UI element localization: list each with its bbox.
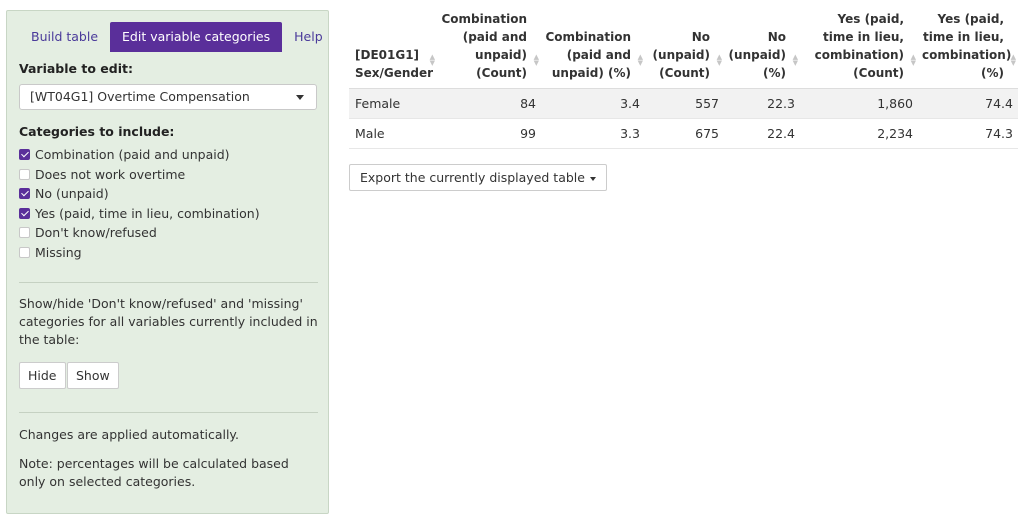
- sort-icon: ▲ ▼: [910, 53, 916, 67]
- categories-checkbox-list: Combination (paid and unpaid) Does not w…: [19, 145, 260, 262]
- table-cell: 22.3: [724, 88, 800, 119]
- checkbox-unchecked-icon[interactable]: [19, 227, 30, 239]
- column-header-combination-percent[interactable]: Combination (paid and unpaid) (%) ▲ ▼: [541, 10, 645, 89]
- category-missing[interactable]: Missing: [19, 243, 260, 263]
- table-cell: 22.4: [724, 118, 800, 149]
- column-header-combination-count[interactable]: Combination (paid and unpaid) (Count) ▲ ▼: [437, 10, 541, 89]
- table-cell: 675: [645, 118, 724, 149]
- category-does-not-work-overtime[interactable]: Does not work overtime: [19, 165, 260, 185]
- categories-label: Categories to include:: [19, 124, 175, 139]
- hide-button[interactable]: Hide: [19, 362, 66, 389]
- results-table: [DE01G1] Sex/Gender ▲ ▼ Combination (paid…: [349, 10, 1018, 149]
- tab-help[interactable]: Help: [282, 22, 335, 52]
- tab-build-table[interactable]: Build table: [19, 22, 110, 52]
- sort-icon: ▲ ▼: [533, 53, 539, 67]
- category-combination[interactable]: Combination (paid and unpaid): [19, 145, 260, 165]
- category-dont-know-refused[interactable]: Don't know/refused: [19, 223, 260, 243]
- category-no-unpaid[interactable]: No (unpaid): [19, 184, 260, 204]
- checkbox-checked-icon[interactable]: [19, 188, 30, 200]
- table-cell: 3.4: [541, 88, 645, 119]
- percentages-note-text: Note: percentages will be calculated bas…: [19, 456, 289, 489]
- sort-icon: ▲ ▼: [716, 53, 722, 67]
- category-yes-paid[interactable]: Yes (paid, time in lieu, combination): [19, 204, 260, 224]
- variable-select-value: [WT04G1] Overtime Compensation: [30, 89, 250, 104]
- category-label: No (unpaid): [35, 186, 109, 202]
- caret-down-icon: [589, 176, 596, 181]
- show-button[interactable]: Show: [67, 362, 119, 389]
- variable-select[interactable]: [WT04G1] Overtime Compensation: [19, 84, 317, 110]
- checkbox-checked-icon[interactable]: [19, 149, 30, 161]
- table-cell: Male: [349, 118, 437, 149]
- sidebar-panel: Build table Edit variable categories Hel…: [6, 10, 329, 514]
- table-header-row: [DE01G1] Sex/Gender ▲ ▼ Combination (paid…: [349, 10, 1018, 89]
- sort-icon: ▲ ▼: [637, 53, 643, 67]
- checkbox-unchecked-icon[interactable]: [19, 168, 30, 180]
- sort-icon: ▲ ▼: [792, 53, 798, 67]
- sort-icon: ▲ ▼: [1010, 53, 1016, 67]
- table-cell: 84: [437, 88, 541, 119]
- category-label: Missing: [35, 244, 82, 260]
- table-cell: 557: [645, 88, 724, 119]
- table-cell: 99: [437, 118, 541, 149]
- category-label: Combination (paid and unpaid): [35, 147, 230, 163]
- category-label: Yes (paid, time in lieu, combination): [35, 205, 260, 221]
- sort-icon: ▲ ▼: [429, 53, 435, 67]
- table-row: Female 84 3.4 557 22.3 1,860 74.4: [349, 88, 1018, 119]
- checkbox-checked-icon[interactable]: [19, 207, 30, 219]
- category-label: Don't know/refused: [35, 225, 157, 241]
- sidebar-divider: [19, 412, 318, 413]
- variable-to-edit-label: Variable to edit:: [19, 61, 133, 76]
- export-table-label: Export the currently displayed table: [360, 170, 585, 185]
- export-table-button[interactable]: Export the currently displayed table: [349, 164, 607, 191]
- table-cell: 2,234: [800, 118, 918, 149]
- showhide-description: Show/hide 'Don't know/refused' and 'miss…: [19, 296, 318, 347]
- column-header-no-percent[interactable]: No (unpaid) (%) ▲ ▼: [724, 10, 800, 89]
- checkbox-unchecked-icon[interactable]: [19, 246, 30, 258]
- sidebar-tabs: Build table Edit variable categories Hel…: [19, 22, 335, 52]
- sidebar-divider: [19, 282, 318, 283]
- chevron-down-icon: [296, 95, 304, 100]
- table-cell: 3.3: [541, 118, 645, 149]
- table-cell: 1,860: [800, 88, 918, 119]
- table-row: Male 99 3.3 675 22.4 2,234 74.3: [349, 118, 1018, 149]
- table-cell: Female: [349, 88, 437, 119]
- column-header-yes-percent[interactable]: Yes (paid, time in lieu, combination) (%…: [918, 10, 1018, 89]
- tab-edit-variable-categories[interactable]: Edit variable categories: [110, 22, 283, 52]
- table-cell: 74.3: [918, 118, 1018, 149]
- column-header-sex-gender[interactable]: [DE01G1] Sex/Gender ▲ ▼: [349, 10, 437, 89]
- column-header-no-count[interactable]: No (unpaid) (Count) ▲ ▼: [645, 10, 724, 89]
- column-header-yes-count[interactable]: Yes (paid, time in lieu, combination) (C…: [800, 10, 918, 89]
- table-cell: 74.4: [918, 88, 1018, 119]
- changes-applied-text: Changes are applied automatically.: [19, 427, 240, 442]
- results-table-container: [DE01G1] Sex/Gender ▲ ▼ Combination (paid…: [349, 10, 1018, 149]
- category-label: Does not work overtime: [35, 166, 186, 182]
